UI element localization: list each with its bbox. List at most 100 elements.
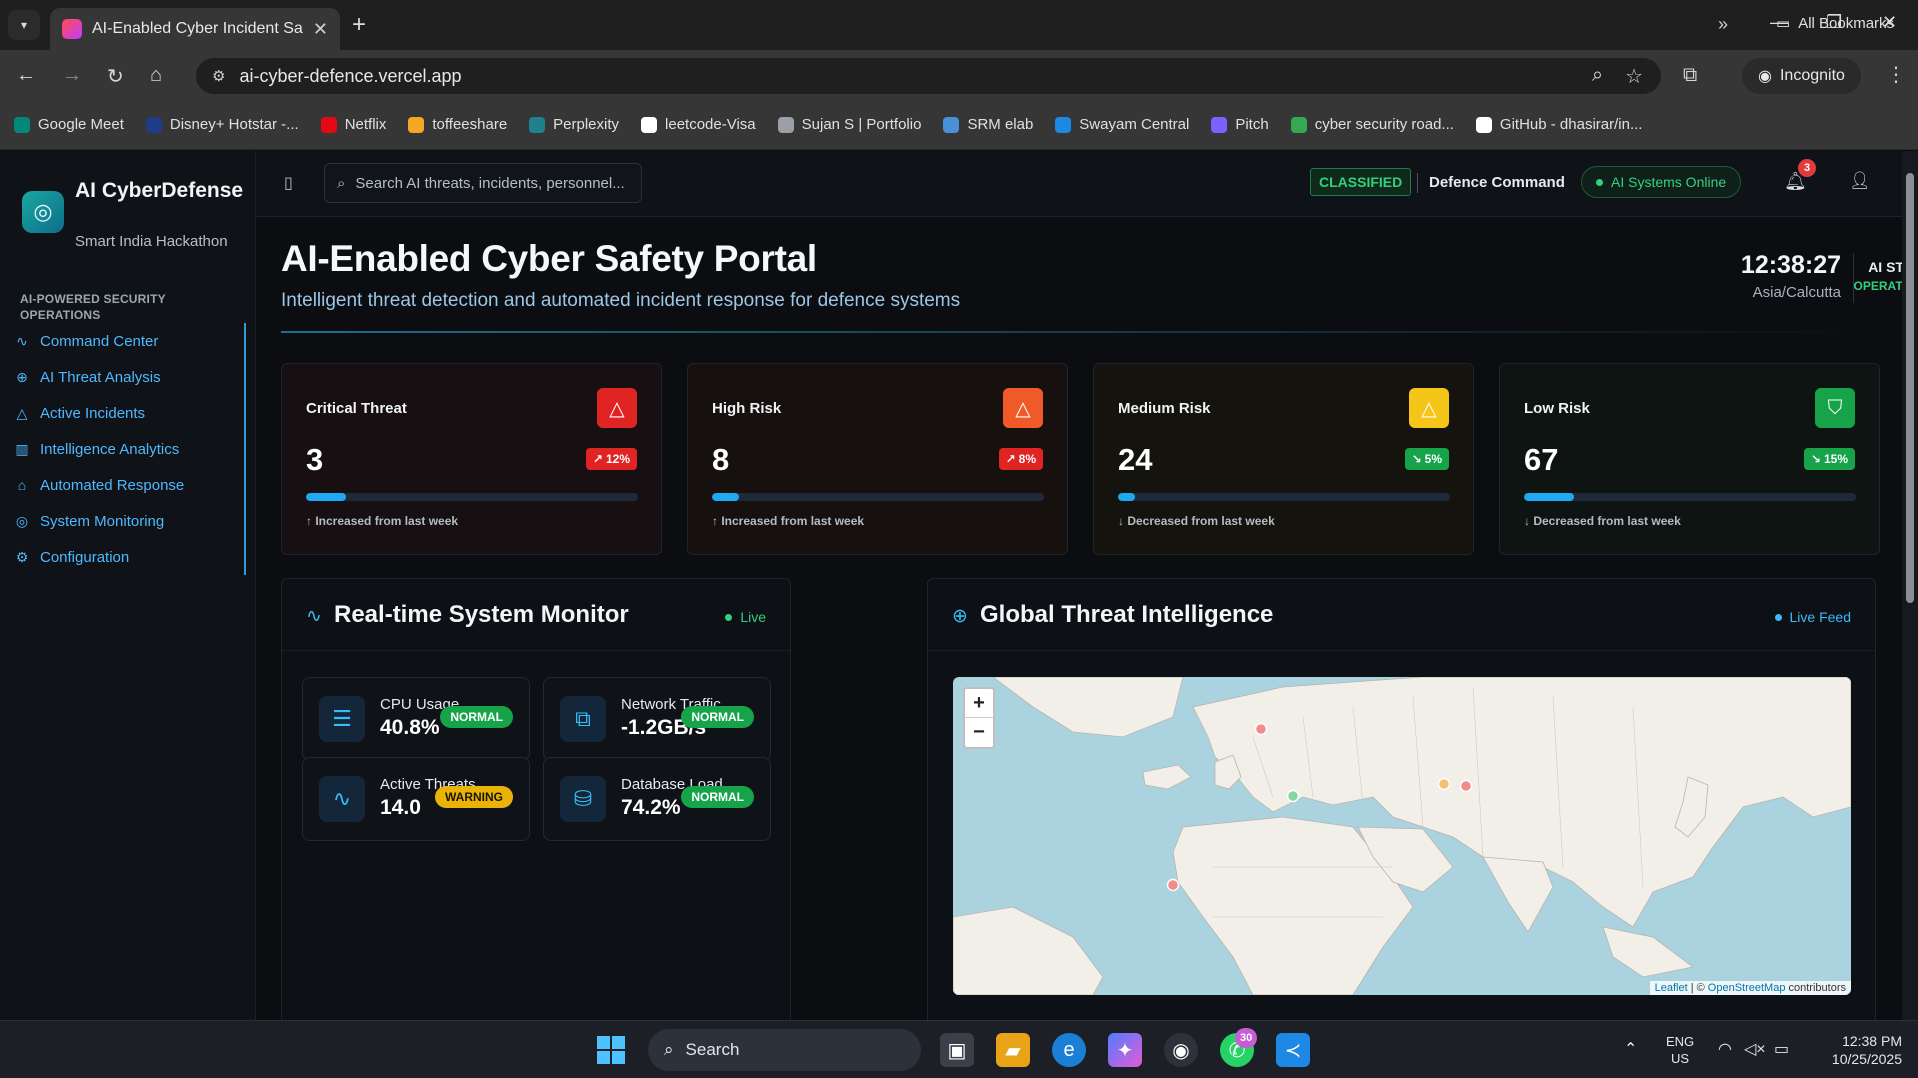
scrollbar-thumb[interactable]	[1906, 173, 1914, 603]
bookmark-label: Disney+ Hotstar -...	[169, 116, 299, 133]
bookmark-favicon-icon	[1211, 116, 1228, 133]
threat-map[interactable]: + − Leaflet | © OpenStreetMap contributo…	[953, 677, 1851, 995]
tab-search-button[interactable]: ▾	[8, 10, 40, 40]
address-bar: ← → ↻ ⌂ ⚙ ai-cyber-defence.vercel.app ⌕ …	[0, 50, 1918, 100]
threat-card[interactable]: High Risk △ 8 ↗ 8% ↑ Increased from last week	[687, 363, 1068, 555]
close-icon[interactable]: ✕	[313, 19, 328, 40]
zoom-out-button[interactable]: −	[965, 718, 993, 747]
bookmark-item[interactable]: Sujan S | Portfolio	[777, 116, 921, 133]
threat-marker-gulf-of-guinea[interactable]	[1166, 878, 1180, 892]
chrome-icon[interactable]: ◉	[1164, 1033, 1198, 1067]
zoom-icon[interactable]: ⌕	[1592, 64, 1603, 89]
copilot-icon[interactable]: ✦	[1108, 1033, 1142, 1067]
bookmark-item[interactable]: Perplexity	[529, 116, 619, 133]
sidebar-item-configuration[interactable]: ⚙ Configuration	[14, 539, 246, 575]
threat-marker-korea[interactable]	[1459, 779, 1473, 793]
edge-icon[interactable]: e	[1052, 1033, 1086, 1067]
attribution-text: contributors	[1788, 982, 1846, 994]
vscode-icon[interactable]: ≺	[1276, 1033, 1310, 1067]
windows-start-icon[interactable]	[597, 1036, 625, 1064]
task-view-icon[interactable]: ▣	[940, 1033, 974, 1067]
battery-icon[interactable]: ▭	[1774, 1039, 1789, 1059]
incognito-indicator[interactable]: ◉ Incognito	[1742, 58, 1861, 94]
bookmark-item[interactable]: cyber security road...	[1290, 116, 1454, 133]
progress-fill	[1524, 493, 1574, 501]
sidebar-item-command-center[interactable]: ∿ Command Center	[14, 323, 246, 359]
zoom-in-button[interactable]: +	[965, 689, 993, 718]
status-badge: NORMAL	[681, 786, 754, 808]
sidebar-item-intelligence-analytics[interactable]: ▥ Intelligence Analytics	[14, 431, 246, 467]
search-input[interactable]	[355, 174, 626, 192]
bookmark-favicon-icon	[1290, 116, 1307, 133]
top-bar: ▯ ⌕ CLASSIFIED Defence Command AI System…	[256, 151, 1902, 217]
sidebar-item-ai-threat-analysis[interactable]: ⊕ AI Threat Analysis	[14, 359, 246, 395]
file-explorer-icon[interactable]: ▰	[996, 1033, 1030, 1067]
app-subtitle: Smart India Hackathon	[75, 233, 228, 250]
card-note: ↑ Increased from last week	[306, 514, 459, 528]
browser-tab-active[interactable]: AI-Enabled Cyber Incident Safet ✕	[50, 8, 340, 50]
metric-card[interactable]: ☰ CPU Usage 40.8% NORMAL	[302, 677, 530, 761]
threat-marker-beijing[interactable]	[1437, 777, 1451, 791]
bookmark-item[interactable]: Pitch	[1211, 116, 1269, 133]
bookmark-item[interactable]: leetcode-Visa	[641, 116, 756, 133]
bookmark-item[interactable]: SRM elab	[943, 116, 1033, 133]
taskbar-search[interactable]: ⌕ Search	[648, 1029, 921, 1071]
bookmark-item[interactable]: Google Meet	[14, 116, 124, 133]
title-divider	[281, 331, 1881, 333]
taskbar-clock[interactable]: 12:38 PM 10/25/2025	[1810, 1032, 1902, 1068]
osm-link[interactable]: OpenStreetMap	[1708, 982, 1786, 994]
speaker-muted-icon[interactable]: ◁×	[1744, 1039, 1766, 1059]
back-icon[interactable]: ←	[16, 64, 36, 87]
home-icon[interactable]: ⌂	[150, 64, 162, 87]
more-menu-icon[interactable]: ⋮	[1886, 62, 1906, 87]
threat-card[interactable]: Critical Threat △ 3 ↗ 12% ↑ Increased from la…	[281, 363, 662, 555]
card-label: High Risk	[712, 400, 782, 417]
wifi-icon[interactable]: ◠	[1718, 1039, 1732, 1059]
trend-value: 12%	[605, 452, 630, 466]
sidebar-item-system-monitoring[interactable]: ◎ System Monitoring	[14, 503, 246, 539]
new-tab-icon[interactable]: +	[352, 11, 366, 39]
site-info-icon[interactable]: ⚙	[212, 67, 225, 85]
bookmark-favicon-icon	[320, 116, 337, 133]
globe-icon: ⊕	[952, 606, 968, 627]
app-title: AI CyberDefense	[75, 179, 244, 202]
leaflet-link[interactable]: Leaflet	[1655, 982, 1688, 994]
bookmark-item[interactable]: toffeeshare	[408, 116, 507, 133]
url-field[interactable]: ⚙ ai-cyber-defence.vercel.app ⌕ ☆	[196, 58, 1661, 94]
bookmark-item[interactable]: Disney+ Hotstar -...	[145, 116, 299, 133]
threat-marker-moscow[interactable]	[1254, 722, 1268, 736]
threat-card[interactable]: Medium Risk △ 24 ↘ 5% ↓ Decreased from last w…	[1093, 363, 1474, 555]
search-box[interactable]: ⌕	[324, 163, 642, 203]
bookmark-item[interactable]: Netflix	[320, 116, 386, 133]
extensions-icon[interactable]: ⧉	[1683, 64, 1697, 87]
progress-fill	[1118, 493, 1135, 501]
metric-card[interactable]: ⛁ Database Load 74.2% NORMAL	[543, 757, 771, 841]
reload-icon[interactable]: ↻	[107, 64, 124, 89]
more-bookmarks-icon[interactable]: »	[1718, 14, 1728, 35]
progress-bar	[1524, 493, 1856, 501]
sidebar-item-automated-response[interactable]: ⌂ Automated Response	[14, 467, 246, 503]
metric-card[interactable]: ∿ Active Threats 14.0 WARNING	[302, 757, 530, 841]
alert-triangle-icon: △	[1409, 388, 1449, 428]
forward-icon[interactable]: →	[62, 64, 82, 87]
progress-fill	[712, 493, 739, 501]
bookmark-star-icon[interactable]: ☆	[1625, 64, 1643, 89]
page-scrollbar[interactable]	[1902, 151, 1918, 1020]
metric-value: 14.0	[380, 796, 421, 819]
sidebar-item-active-incidents[interactable]: △ Active Incidents	[14, 395, 246, 431]
metric-value: 40.8%	[380, 716, 440, 739]
threat-marker-middle-east[interactable]	[1286, 789, 1300, 803]
tray-chevron-icon[interactable]: ⌃	[1624, 1039, 1637, 1059]
sidebar-toggle-icon[interactable]: ▯	[284, 173, 293, 193]
bookmark-item[interactable]: GitHub - dhasirar/in...	[1475, 116, 1642, 133]
sidebar: ◎ AI CyberDefense Smart India Hackathon …	[0, 151, 256, 1020]
metric-card[interactable]: ⧉ Network Traffic -1.2GB/s NORMAL	[543, 677, 771, 761]
ai-status-value: OPERATIONAL	[1853, 279, 1902, 293]
all-bookmarks-button[interactable]: ▭ All Bookmarks	[1776, 14, 1894, 33]
language-indicator[interactable]: ENG US	[1666, 1033, 1694, 1067]
threat-card[interactable]: Low Risk ⛉ 67 ↘ 15% ↓ Decreased from last wee…	[1499, 363, 1880, 555]
incognito-icon: ◉	[1758, 68, 1772, 85]
bookmark-item[interactable]: Swayam Central	[1055, 116, 1189, 133]
systems-status-pill: AI Systems Online	[1581, 166, 1742, 198]
user-icon[interactable]: 👤︎	[1849, 171, 1871, 191]
